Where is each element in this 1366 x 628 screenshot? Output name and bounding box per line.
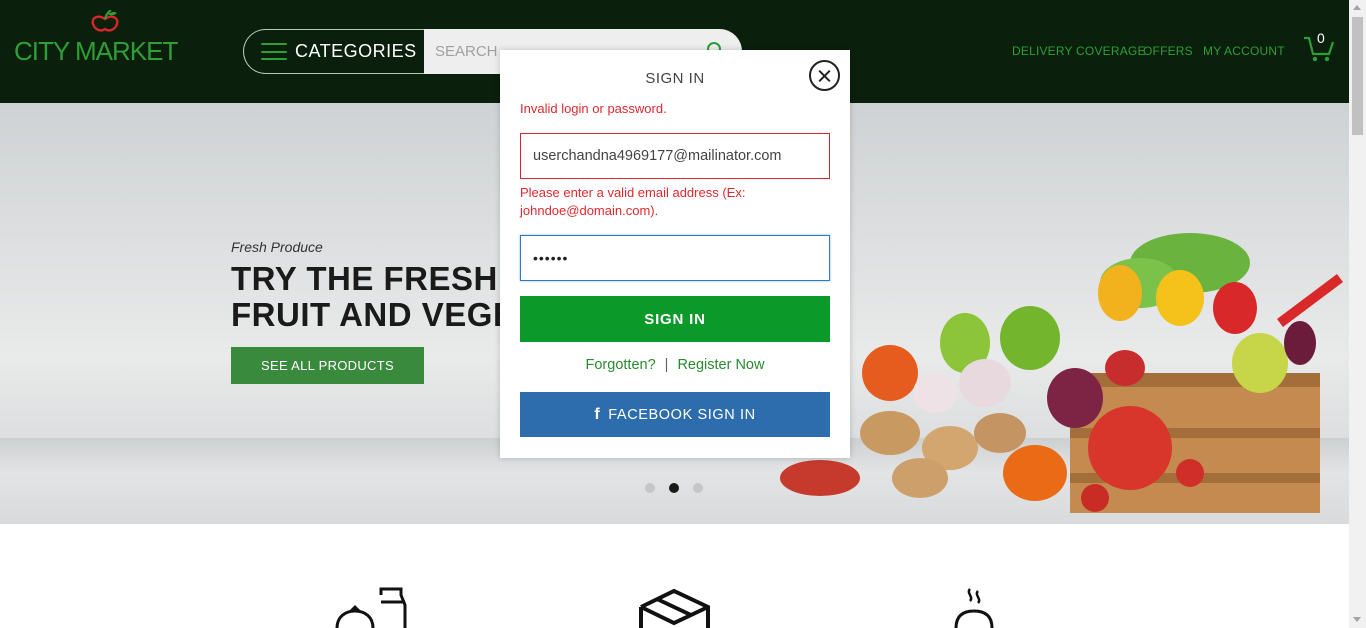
sign-in-modal: SIGN IN Invalid login or password. Pleas…: [500, 50, 850, 458]
link-separator: |: [664, 357, 669, 373]
hero-kicker: Fresh Produce: [231, 239, 323, 255]
email-error-message: Please enter a valid email address (Ex: …: [520, 185, 746, 218]
categories-label: CATEGORIES: [295, 41, 417, 61]
scroll-thumb[interactable]: [1352, 17, 1363, 135]
page-scrollbar[interactable]: [1349, 0, 1366, 628]
sign-in-button[interactable]: SIGN IN: [520, 296, 830, 342]
login-error-message: Invalid login or password.: [520, 101, 667, 116]
close-icon[interactable]: [809, 60, 840, 91]
forgotten-password-link[interactable]: Forgotten?: [586, 357, 656, 373]
logo-text: CITY MARKET: [14, 36, 178, 66]
hero-title: TRY THE FRESHE FRUIT AND VEGE: [231, 261, 520, 333]
scroll-up-arrow-icon[interactable]: [1353, 5, 1361, 10]
register-now-link[interactable]: Register Now: [677, 357, 764, 373]
carousel-dot-2[interactable]: [669, 483, 679, 493]
cart-count-badge: 0: [1317, 30, 1325, 46]
scroll-down-arrow-icon[interactable]: [1353, 617, 1361, 622]
password-field[interactable]: [520, 235, 830, 281]
facebook-icon: f: [594, 405, 601, 423]
hero-title-line2: FRUIT AND VEGE: [231, 296, 516, 333]
carousel-dot-3[interactable]: [693, 483, 703, 493]
hero-title-line1: TRY THE FRESHE: [231, 260, 521, 297]
see-all-products-button[interactable]: SEE ALL PRODUCTS: [231, 347, 424, 384]
apple-logo-icon: [91, 10, 119, 32]
package-box-icon: [639, 588, 710, 628]
fresh-produce-icon: [335, 587, 407, 628]
hot-meal-icon: [954, 588, 994, 628]
modal-title: SIGN IN: [645, 70, 705, 87]
city-market-logo[interactable]: CITY MARKET: [14, 10, 178, 70]
nav-delivery-coverage[interactable]: DELIVERY COVERAGE: [1012, 44, 1146, 58]
nav-offers[interactable]: OFFERS: [1143, 44, 1193, 58]
account-links: Forgotten? | Register Now: [500, 357, 850, 373]
nav-my-account[interactable]: MY ACCOUNT: [1203, 44, 1285, 58]
carousel-dot-1[interactable]: [645, 483, 655, 493]
hamburger-menu-icon: [261, 43, 287, 60]
categories-button[interactable]: CATEGORIES: [243, 29, 425, 74]
facebook-sign-in-button[interactable]: f FACEBOOK SIGN IN: [520, 392, 830, 437]
email-field[interactable]: [520, 133, 830, 179]
carousel-dots: [645, 483, 703, 493]
facebook-sign-in-label: FACEBOOK SIGN IN: [608, 406, 756, 423]
